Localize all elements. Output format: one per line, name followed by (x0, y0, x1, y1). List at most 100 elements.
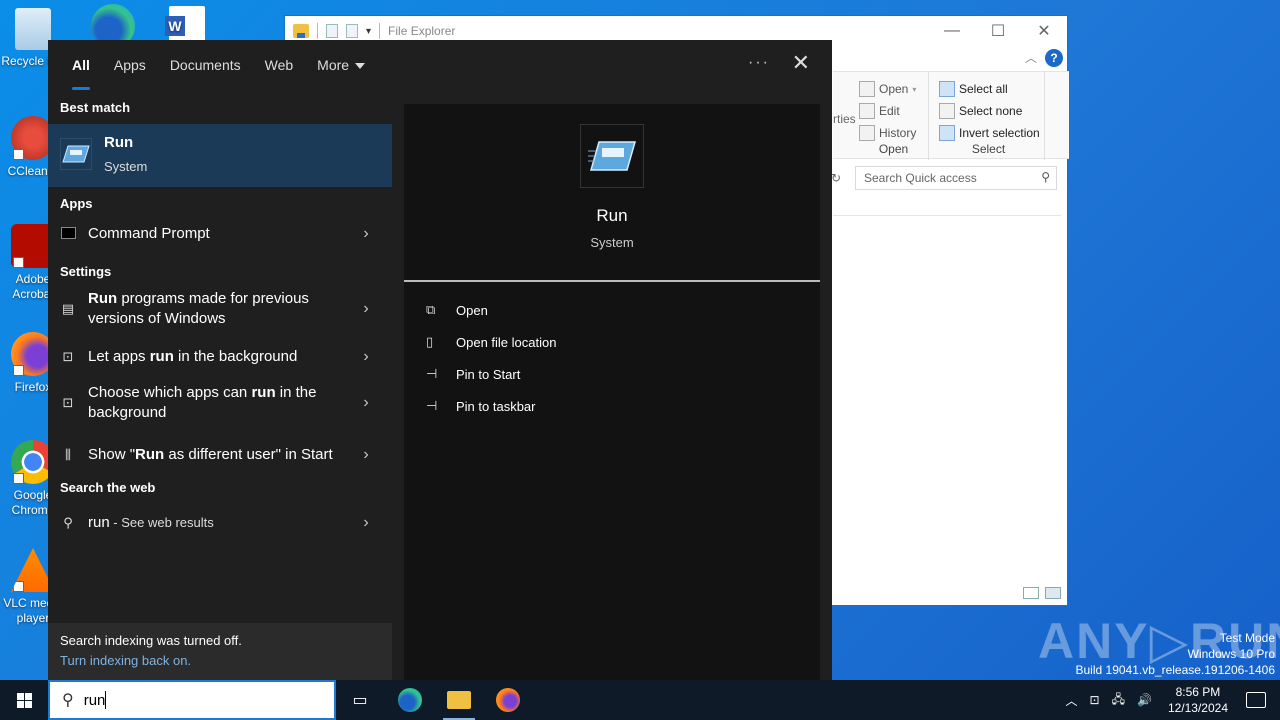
run-app-icon (60, 138, 92, 170)
chevron-right-icon[interactable]: › (354, 394, 378, 412)
run-app-icon (580, 124, 644, 188)
activity-icon: ⊡ (62, 395, 74, 410)
taskbar-firefox[interactable] (484, 680, 532, 720)
apps-heading: Apps (60, 196, 93, 211)
search-icon: ⚲ (62, 692, 74, 709)
history-icon (859, 125, 875, 141)
open-icon: ⧉ (426, 302, 436, 317)
taskbar-edge[interactable] (386, 680, 434, 720)
action-pin-to-start[interactable]: ⊣ Pin to Start (426, 366, 520, 382)
word-icon: W (165, 6, 205, 42)
preview-subtitle: System (590, 235, 634, 250)
taskbar-file-explorer[interactable] (435, 680, 483, 720)
search-web-heading: Search the web (60, 480, 156, 495)
show-hidden-icons-button[interactable]: ︿ (1066, 692, 1078, 709)
settings-heading: Settings (60, 264, 112, 279)
folder-icon (447, 691, 471, 709)
tab-documents[interactable]: Documents (158, 40, 253, 92)
network-icon[interactable]: 🖧 (1112, 690, 1125, 711)
activity-icon: ⊡ (62, 349, 74, 364)
chevron-right-icon[interactable]: › (354, 446, 378, 464)
chevron-right-icon[interactable]: › (354, 300, 378, 318)
compatibility-icon: ▤ (61, 301, 75, 316)
start-button[interactable] (0, 680, 48, 720)
minimize-button[interactable]: — (929, 16, 975, 46)
invert-selection-icon (939, 125, 955, 141)
turn-indexing-on-link[interactable]: Turn indexing back on. (60, 653, 380, 668)
taskbar-search-input[interactable]: ⚲ run (48, 680, 336, 720)
help-icon[interactable]: ? (1045, 49, 1063, 67)
invert-selection-button[interactable]: Invert selection (939, 122, 1044, 144)
chevron-right-icon[interactable]: › (354, 225, 378, 243)
ribbon-group-open: Open ▾ Edit History Open (859, 72, 929, 160)
select-none-button[interactable]: Select none (939, 100, 1044, 122)
customize-qat-icon[interactable]: ▾ (366, 26, 371, 37)
meet-now-icon[interactable]: ⊡ (1090, 693, 1100, 707)
firefox-icon (496, 688, 520, 712)
window-title: File Explorer (388, 24, 456, 38)
chevron-right-icon[interactable]: › (354, 348, 378, 366)
collapse-ribbon-icon[interactable]: ︿ (1025, 49, 1037, 66)
taskbar: ⚲ run ▭ ︿ ⊡ 🖧 🔊 8:56 PM 12/13/2024 (0, 680, 1280, 720)
quick-access-toolbar: ▾ File Explorer (293, 23, 455, 39)
tab-apps[interactable]: Apps (102, 40, 158, 92)
large-icons-view-icon[interactable] (1045, 587, 1061, 599)
properties-icon[interactable] (326, 24, 338, 38)
result-setting-compat[interactable]: ▤ Run programs made for previous version… (48, 286, 392, 332)
close-search-button[interactable]: ✕ (792, 52, 810, 74)
build-info: Test Mode Windows 10 Pro Build 19041.vb_… (1075, 631, 1276, 677)
search-panel: All Apps Documents Web More ··· ✕ Best m… (48, 40, 832, 680)
search-quick-access-input[interactable]: Search Quick access ⚲ (855, 166, 1057, 190)
best-match-item[interactable]: Run System (48, 124, 392, 187)
preview-pane: Run System ⧉ Open ▯ Open file location ⊣ Pi… (404, 104, 820, 680)
result-setting-background[interactable]: ⊡ Let apps run in the background › (48, 342, 392, 372)
ribbon-history-button[interactable]: History (859, 122, 928, 144)
action-center-icon[interactable] (1246, 692, 1266, 708)
volume-icon[interactable]: 🔊 (1137, 693, 1152, 707)
search-tabs: All Apps Documents Web More (48, 40, 832, 92)
new-folder-icon[interactable] (346, 24, 358, 38)
action-pin-to-taskbar[interactable]: ⊣ Pin to taskbar (426, 398, 536, 414)
result-setting-choose-apps[interactable]: ⊡ Choose which apps can run in the backg… (48, 380, 392, 426)
select-none-icon (939, 103, 955, 119)
action-open[interactable]: ⧉ Open (426, 302, 488, 318)
settings-sliders-icon: ⫼ (65, 447, 71, 462)
maximize-button[interactable]: ☐ (975, 16, 1021, 46)
ribbon-edit-button[interactable]: Edit (859, 100, 928, 122)
clock[interactable]: 8:56 PM 12/13/2024 (1168, 684, 1228, 716)
tab-more[interactable]: More (305, 40, 377, 92)
view-buttons (1023, 587, 1061, 599)
details-view-icon[interactable] (1023, 587, 1039, 599)
action-open-file-location[interactable]: ▯ Open file location (426, 334, 556, 350)
results-list: Best match Run System Apps Command Promp… (48, 92, 392, 680)
preview-title: Run (596, 206, 628, 225)
recycle-bin-icon (15, 8, 51, 50)
chevron-down-icon (355, 63, 366, 70)
tab-web[interactable]: Web (253, 40, 306, 92)
command-prompt-icon (60, 226, 76, 242)
pin-icon: ⊣ (426, 398, 438, 413)
task-view-icon: ▭ (352, 692, 368, 709)
chevron-right-icon[interactable]: › (354, 514, 378, 532)
properties-partial-label: rties (833, 112, 856, 126)
ribbon-group-label: Select (971, 142, 1006, 156)
folder-icon (293, 24, 309, 38)
windows-logo-icon (16, 692, 32, 708)
ribbon-open-button[interactable]: Open ▾ (859, 78, 928, 100)
select-all-button[interactable]: Select all (939, 78, 1044, 100)
indexing-notice: Search indexing was turned off. Turn ind… (48, 623, 392, 680)
refresh-icon[interactable]: ↻ (831, 171, 841, 185)
search-icon: ⚲ (1041, 170, 1050, 184)
close-button[interactable]: ✕ (1021, 16, 1067, 46)
result-command-prompt[interactable]: Command Prompt › (48, 216, 392, 252)
result-setting-different-user[interactable]: ⫼ Show "Run as different user" in Start … (48, 440, 392, 470)
ribbon: rties Open ▾ Edit History Open Select all… (833, 71, 1069, 160)
result-web-search[interactable]: ⚲ run - See web results › (48, 508, 392, 538)
file-location-icon: ▯ (426, 334, 434, 349)
search-icon: ⚲ (63, 515, 73, 530)
tab-all[interactable]: All (60, 40, 102, 92)
pin-icon: ⊣ (426, 366, 438, 381)
task-view-button[interactable]: ▭ (336, 680, 384, 720)
more-options-button[interactable]: ··· (748, 54, 770, 72)
edit-icon (859, 103, 875, 119)
